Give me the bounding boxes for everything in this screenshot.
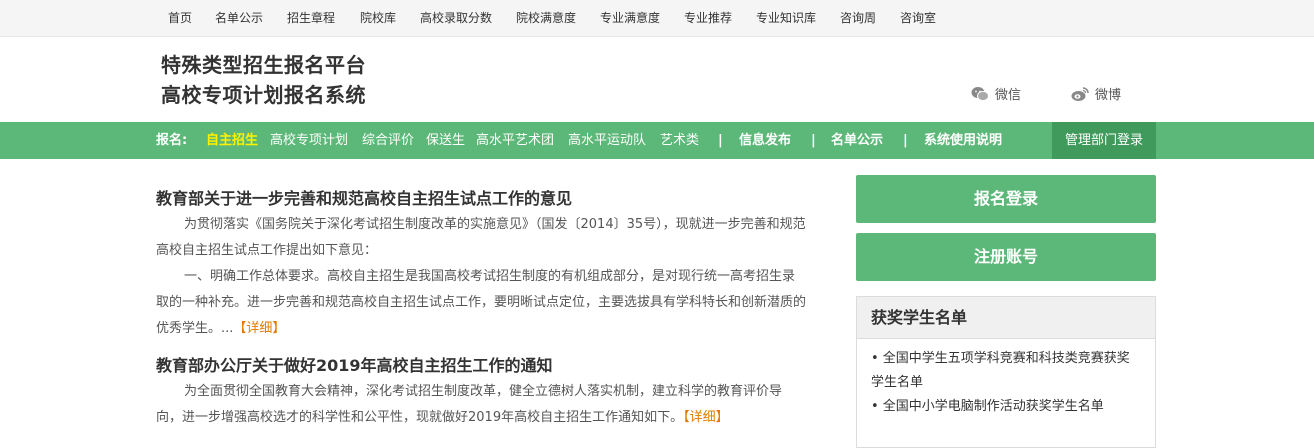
nav-admission-rules[interactable]: 招生章程 bbox=[287, 0, 335, 36]
nav-list-publicity[interactable]: 名单公示 bbox=[215, 0, 263, 36]
tab-sports-team[interactable]: 高水平运动队 bbox=[568, 122, 646, 159]
register-button[interactable]: 注册账号 bbox=[856, 233, 1156, 281]
tab-list-publicity[interactable]: 名单公示 bbox=[831, 122, 883, 159]
tab-comprehensive-eval[interactable]: 综合评价 bbox=[362, 122, 414, 159]
wechat-link[interactable]: 微信 bbox=[971, 84, 1021, 103]
article-paragraph: 为贯彻落实《国务院关于深化考试招生制度改革的实施意见》（国发〔2014〕35号）… bbox=[156, 212, 806, 264]
site-title-line1: 特殊类型招生报名平台 bbox=[161, 53, 366, 77]
weibo-link[interactable]: 微博 bbox=[1071, 84, 1121, 103]
tab-system-manual[interactable]: 系统使用说明 bbox=[924, 122, 1002, 159]
tab-recommended-students[interactable]: 保送生 bbox=[426, 122, 465, 159]
weibo-label: 微博 bbox=[1095, 88, 1122, 103]
tab-arts[interactable]: 艺术类 bbox=[660, 122, 699, 159]
site-title-line2: 高校专项计划报名系统 bbox=[161, 83, 366, 107]
registration-prefix: 报名: bbox=[156, 133, 188, 148]
article-title[interactable]: 教育部关于进一步完善和规范高校自主招生试点工作的意见 bbox=[156, 185, 572, 209]
top-nav: 首页 名单公示 招生章程 院校库 高校录取分数 院校满意度 专业满意度 专业推荐… bbox=[0, 0, 1314, 37]
tab-special-plan[interactable]: 高校专项计划 bbox=[270, 122, 348, 159]
detail-link[interactable]: 【详细】 bbox=[233, 321, 285, 336]
admin-login-button[interactable]: 管理部门登录 bbox=[1052, 122, 1156, 159]
nav-college-db[interactable]: 院校库 bbox=[360, 0, 396, 36]
tab-info-release[interactable]: 信息发布 bbox=[739, 122, 791, 159]
nav-consult-room[interactable]: 咨询室 bbox=[900, 0, 936, 36]
nav-admission-scores[interactable]: 高校录取分数 bbox=[420, 0, 492, 36]
nav-college-satisfaction[interactable]: 院校满意度 bbox=[516, 0, 576, 36]
award-list-item[interactable]: • 全国中学生五项学科竞赛和科技类竞赛获奖学生名单 bbox=[871, 347, 1141, 395]
article-title[interactable]: 教育部办公厅关于做好2019年高校自主招生工作的通知 bbox=[156, 352, 553, 376]
nav-consult-week[interactable]: 咨询周 bbox=[840, 0, 876, 36]
article-text: 为贯彻落实《国务院关于深化考试招生制度改革的实施意见》（国发〔2014〕35号）… bbox=[156, 217, 806, 258]
separator: | bbox=[811, 133, 816, 148]
article-paragraph: 一、明确工作总体要求。高校自主招生是我国高校考试招生制度的有机组成部分，是对现行… bbox=[156, 264, 806, 342]
award-list-item[interactable]: • 全国中小学电脑制作活动获奖学生名单 bbox=[871, 395, 1141, 419]
separator: | bbox=[903, 133, 908, 148]
login-button[interactable]: 报名登录 bbox=[856, 175, 1156, 223]
nav-major-satisfaction[interactable]: 专业满意度 bbox=[600, 0, 660, 36]
tab-art-troupe[interactable]: 高水平艺术团 bbox=[476, 122, 554, 159]
tab-independent-admission[interactable]: 自主招生 bbox=[206, 122, 258, 159]
site-brand: 特殊类型招生报名平台 高校专项计划报名系统 bbox=[161, 50, 366, 110]
wechat-label: 微信 bbox=[995, 88, 1022, 103]
award-list-title: 获奖学生名单 bbox=[857, 297, 1155, 339]
wechat-icon bbox=[971, 86, 989, 101]
article-paragraph: 为全面贯彻全国教育大会精神，深化考试招生制度改革，健全立德树人落实机制，建立科学… bbox=[156, 379, 806, 431]
award-list-panel: 获奖学生名单 • 全国中学生五项学科竞赛和科技类竞赛获奖学生名单 • 全国中小学… bbox=[856, 296, 1156, 448]
detail-link[interactable]: 【详细】 bbox=[683, 410, 729, 425]
nav-major-recommend[interactable]: 专业推荐 bbox=[684, 0, 732, 36]
award-list: • 全国中学生五项学科竞赛和科技类竞赛获奖学生名单 • 全国中小学电脑制作活动获… bbox=[857, 339, 1155, 419]
nav-home[interactable]: 首页 bbox=[168, 0, 192, 36]
separator: | bbox=[718, 133, 723, 148]
nav-major-knowledge[interactable]: 专业知识库 bbox=[756, 0, 816, 36]
weibo-icon bbox=[1071, 86, 1089, 101]
